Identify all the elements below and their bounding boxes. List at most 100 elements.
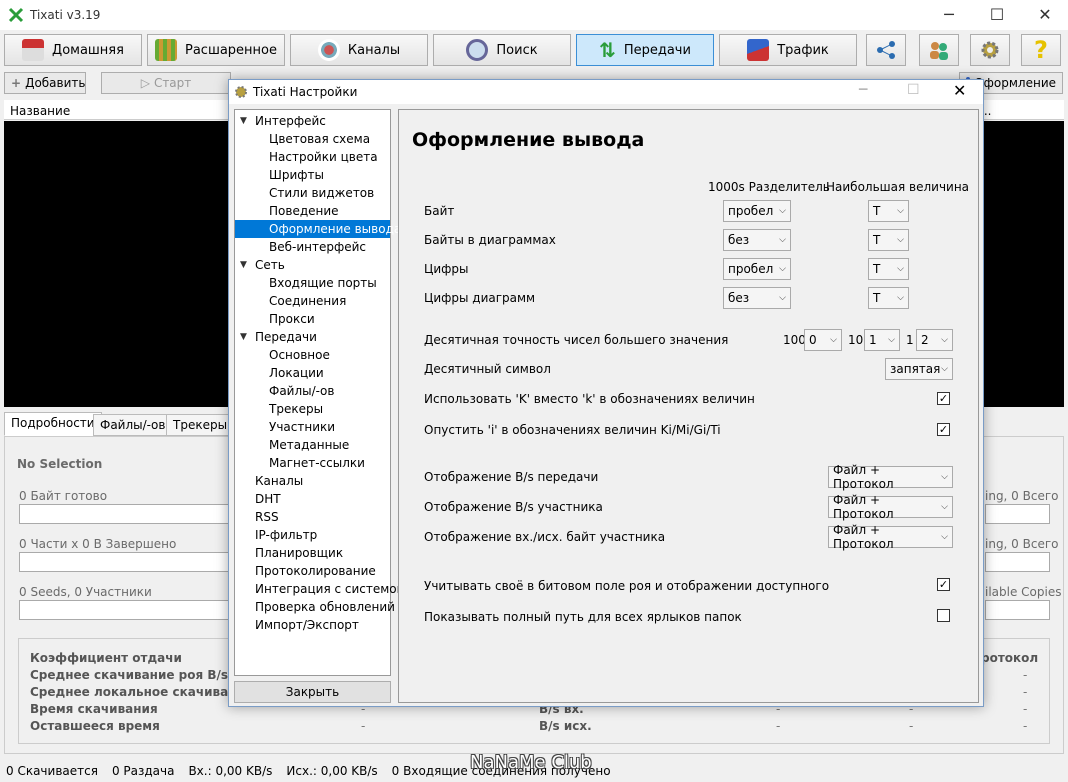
- home-button[interactable]: Домашняя: [4, 34, 142, 66]
- chart-digits-label: Цифры диаграмм: [424, 291, 536, 305]
- tree-item[interactable]: Поведение: [235, 202, 390, 220]
- digits-max-select[interactable]: T ⌵: [868, 258, 909, 280]
- chevron-down-icon: ⌵: [941, 335, 948, 345]
- chart-bytes-separator-select[interactable]: без ⌵: [723, 229, 791, 251]
- channels-button[interactable]: Каналы: [290, 34, 428, 66]
- dialog-maximize-button[interactable]: ☐: [907, 82, 920, 98]
- tree-item[interactable]: Настройки цвета: [235, 148, 390, 166]
- chart-bytes-max-select[interactable]: T ⌵: [868, 229, 909, 251]
- precision-10-select[interactable]: 1 ⌵: [864, 329, 900, 351]
- chart-digits-separator-select[interactable]: без ⌵: [723, 287, 791, 309]
- protocol-value-3: -: [1023, 702, 1028, 716]
- channels-label: Каналы: [347, 42, 401, 58]
- column-name-header[interactable]: Название: [10, 104, 70, 118]
- chart-digits-max-select[interactable]: T ⌵: [868, 287, 909, 309]
- expand-arrow-icon[interactable]: ▼: [240, 112, 247, 130]
- chevron-down-icon: ⌵: [897, 206, 904, 216]
- tree-item[interactable]: Участники: [235, 418, 390, 436]
- precision-10-label: 10: [848, 333, 864, 347]
- help-button[interactable]: ?: [1021, 34, 1061, 66]
- tree-item[interactable]: Планировщик: [235, 544, 390, 562]
- minimize-button[interactable]: ─: [926, 0, 972, 30]
- digits-separator-select[interactable]: пробел ⌵: [723, 258, 791, 280]
- watermark: NaNaMe Club: [470, 752, 592, 773]
- tree-item[interactable]: Метаданные: [235, 436, 390, 454]
- expand-arrow-icon[interactable]: ▼: [240, 328, 247, 346]
- start-button[interactable]: ▷ Старт: [101, 72, 231, 94]
- bs-transfer-select[interactable]: Файл + Протокол ⌵: [828, 463, 953, 491]
- use-k-checkbox[interactable]: ✓: [937, 392, 950, 405]
- count-own-checkbox[interactable]: ✓: [937, 578, 950, 591]
- tab-files[interactable]: Файлы/-ов: [93, 414, 173, 436]
- tree-item[interactable]: Стили виджетов: [235, 184, 390, 202]
- tree-item[interactable]: IP-фильтр: [235, 526, 390, 544]
- full-path-checkbox[interactable]: [937, 609, 950, 622]
- dialog-minimize-button[interactable]: ─: [859, 82, 867, 98]
- decimal-symbol-select[interactable]: запятая ⌵: [885, 358, 953, 380]
- tree-item[interactable]: Проверка обновлений: [235, 598, 395, 616]
- tree-item[interactable]: Магнет-ссылки: [235, 454, 390, 472]
- tree-item[interactable]: Основное: [235, 346, 390, 364]
- tree-item[interactable]: DHT: [235, 490, 390, 508]
- network-button[interactable]: [866, 34, 906, 66]
- traffic-button[interactable]: Трафик: [719, 34, 857, 66]
- dialog-gear-icon: [235, 86, 247, 98]
- peers-button[interactable]: [919, 34, 959, 66]
- tree-item[interactable]: Веб-интерфейс: [235, 238, 390, 256]
- expand-arrow-icon[interactable]: ▼: [240, 256, 247, 274]
- tree-item-label: Файлы/-ов: [269, 384, 335, 398]
- advanced-button[interactable]: Расшаренное: [147, 34, 285, 66]
- dialog-close-x-button[interactable]: ✕: [953, 81, 966, 100]
- omit-i-checkbox[interactable]: ✓: [937, 423, 950, 436]
- parts-text: 0 Части x 0 В Завершено: [19, 537, 177, 551]
- tree-item[interactable]: Интеграция с системой: [235, 580, 404, 598]
- tree-item[interactable]: Прокси: [235, 310, 390, 328]
- maximize-button[interactable]: ☐: [974, 0, 1020, 30]
- tree-item[interactable]: Локации: [235, 364, 390, 382]
- tree-item[interactable]: Соединения: [235, 292, 390, 310]
- tree-item[interactable]: Файлы/-ов: [235, 382, 390, 400]
- bytes-peer-label: Отображение вх./исх. байт участника: [424, 530, 666, 544]
- stat-ratio-label: Коэффициент отдачи: [30, 651, 182, 665]
- bytes-max-select[interactable]: T ⌵: [868, 200, 909, 222]
- tree-item[interactable]: Цветовая схема: [235, 130, 390, 148]
- status-out-speed: Исх.: 0,00 KB/s: [286, 764, 378, 778]
- precision-label: Десятичная точность чисел большего значе…: [424, 333, 729, 347]
- tree-item[interactable]: Шрифты: [235, 166, 390, 184]
- tree-item[interactable]: ▼ Передачи: [235, 328, 390, 346]
- precision-1-select[interactable]: 2 ⌵: [916, 329, 953, 351]
- network-nodes-icon: [877, 41, 895, 59]
- digits-max-value: T: [873, 262, 881, 276]
- right-total-text-1: ing, 0 Всего: [985, 489, 1059, 503]
- protocol-value-4: -: [1023, 719, 1028, 733]
- tree-item[interactable]: Входящие порты: [235, 274, 390, 292]
- close-window-button[interactable]: ✕: [1022, 0, 1068, 30]
- tab-trackers[interactable]: Трекеры: [166, 414, 235, 436]
- tree-item[interactable]: Оформление вывода: [235, 220, 401, 238]
- tree-item[interactable]: ▼ Интерфейс: [235, 112, 390, 130]
- add-button[interactable]: + Добавить: [4, 72, 86, 94]
- bytes-separator-select[interactable]: пробел ⌵: [723, 200, 791, 222]
- seeds-progress-bar: [19, 600, 229, 620]
- bytes-ready-text: 0 Байт готово: [19, 489, 108, 503]
- close-button[interactable]: Закрыть: [234, 681, 391, 703]
- tree-item[interactable]: Трекеры: [235, 400, 390, 418]
- tree-item[interactable]: Импорт/Экспорт: [235, 616, 390, 634]
- tree-item[interactable]: Каналы: [235, 472, 390, 490]
- tree-item[interactable]: RSS: [235, 508, 390, 526]
- status-in-speed: Вх.: 0,00 KB/s: [188, 764, 273, 778]
- chevron-down-icon: ⌵: [897, 264, 904, 274]
- tab-details[interactable]: Подробности: [4, 412, 102, 436]
- tree-item[interactable]: Протоколирование: [235, 562, 390, 580]
- bs-peer-select[interactable]: Файл + Протокол ⌵: [828, 493, 953, 521]
- precision-1-value: 2: [921, 333, 929, 347]
- precision-100-value: 0: [809, 333, 817, 347]
- bytes-peer-select[interactable]: Файл + Протокол ⌵: [828, 523, 953, 551]
- precision-100-select[interactable]: 0 ⌵: [804, 329, 842, 351]
- max-unit-header: Наибольшая величина: [826, 180, 970, 194]
- search-button[interactable]: Поиск: [433, 34, 571, 66]
- tree-item[interactable]: ▼ Сеть: [235, 256, 390, 274]
- transfer-arrows-icon: ⇅: [599, 38, 616, 62]
- settings-button[interactable]: [970, 34, 1010, 66]
- transfers-button[interactable]: ⇅ Передачи: [576, 34, 714, 66]
